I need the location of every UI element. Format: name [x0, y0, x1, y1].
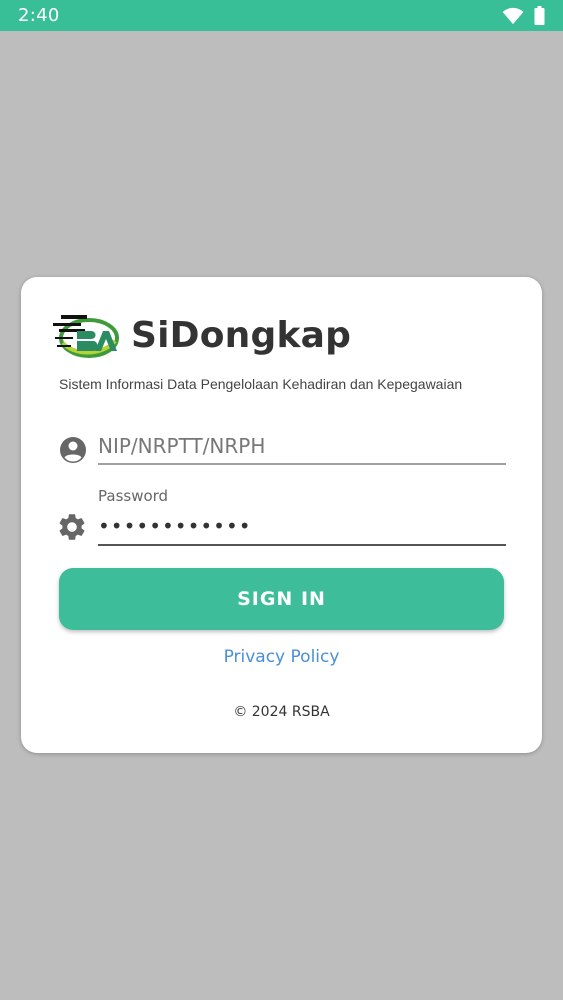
- login-card: SiDongkap Sistem Informasi Data Pengelol…: [21, 277, 542, 753]
- copyright-text: © 2024 RSBA: [233, 704, 330, 720]
- nip-input[interactable]: [98, 427, 506, 465]
- battery-icon: [534, 6, 545, 25]
- app-subtitle: Sistem Informasi Data Pengelolaan Kehadi…: [59, 376, 463, 392]
- wifi-icon: [502, 7, 524, 24]
- rsba-logo: [53, 315, 119, 358]
- privacy-policy-link[interactable]: Privacy Policy: [21, 647, 542, 667]
- password-label: Password: [98, 487, 169, 505]
- status-bar: 2:40: [0, 0, 563, 31]
- gear-icon: [59, 514, 85, 540]
- app-title: SiDongkap: [131, 315, 352, 356]
- password-input[interactable]: [98, 509, 506, 546]
- sign-in-button[interactable]: SIGN IN: [59, 568, 504, 630]
- status-icons: [502, 6, 545, 25]
- status-time: 2:40: [18, 5, 60, 26]
- user-circle-icon: [60, 437, 86, 463]
